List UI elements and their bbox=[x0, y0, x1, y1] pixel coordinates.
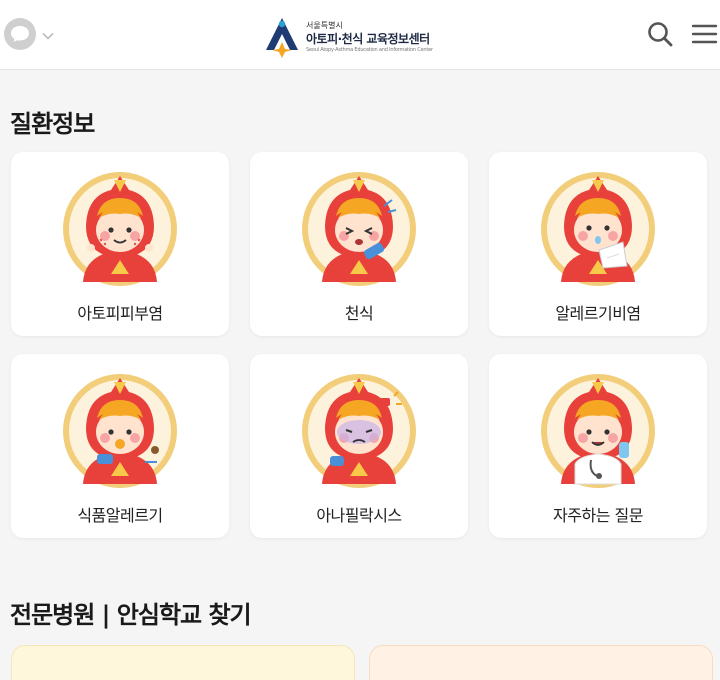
chevron-down-icon bbox=[42, 25, 54, 44]
disease-card-anaphylaxis[interactable]: 아나필락시스 bbox=[250, 354, 468, 538]
chat-dropdown-button[interactable] bbox=[4, 18, 56, 50]
find-school-card[interactable] bbox=[369, 645, 713, 680]
disease-card-atopic-dermatitis[interactable]: 아토피피부염 bbox=[11, 152, 229, 336]
search-icon[interactable] bbox=[646, 20, 674, 48]
disease-card-label: 식품알레르기 bbox=[77, 506, 163, 525]
logo-name: 아토피·천식 교육정보센터 bbox=[306, 31, 430, 46]
food-allergy-character-icon bbox=[63, 374, 177, 488]
faq-doctor-character-icon bbox=[541, 374, 655, 488]
disease-card-label: 천식 bbox=[344, 304, 374, 323]
disease-info-title: 질환정보 bbox=[10, 110, 95, 138]
logo-mark-icon bbox=[266, 18, 298, 58]
hospital-school-title: 전문병원 | 안심학교 찾기 bbox=[10, 601, 252, 629]
anaphylaxis-character-icon bbox=[302, 374, 416, 488]
allergic-rhinitis-character-icon bbox=[541, 172, 655, 286]
logo-city: 서울특별시 bbox=[306, 20, 343, 30]
top-header: 서울특별시 아토피·천식 교육정보센터 Seoul Atopy·Asthma E… bbox=[0, 0, 720, 70]
asthma-character-icon bbox=[302, 172, 416, 286]
disease-card-label: 자주하는 질문 bbox=[553, 506, 643, 525]
hamburger-menu-icon[interactable] bbox=[690, 20, 718, 48]
disease-card-label: 아토피피부염 bbox=[77, 304, 163, 323]
logo-subtitle: Seoul Atopy·Asthma Education and Informa… bbox=[306, 46, 433, 53]
disease-card-label: 아나필락시스 bbox=[316, 506, 402, 525]
disease-card-allergic-rhinitis[interactable]: 알레르기비염 bbox=[489, 152, 707, 336]
disease-card-food-allergy[interactable]: 식품알레르기 bbox=[11, 354, 229, 538]
chat-bubble-icon bbox=[4, 18, 36, 50]
disease-card-faq[interactable]: 자주하는 질문 bbox=[489, 354, 707, 538]
disease-card-label: 알레르기비염 bbox=[555, 304, 641, 323]
disease-card-asthma[interactable]: 천식 bbox=[250, 152, 468, 336]
site-logo[interactable]: 서울특별시 아토피·천식 교육정보센터 Seoul Atopy·Asthma E… bbox=[264, 16, 433, 58]
atopic-dermatitis-character-icon bbox=[63, 172, 177, 286]
find-hospital-card[interactable] bbox=[11, 645, 355, 680]
